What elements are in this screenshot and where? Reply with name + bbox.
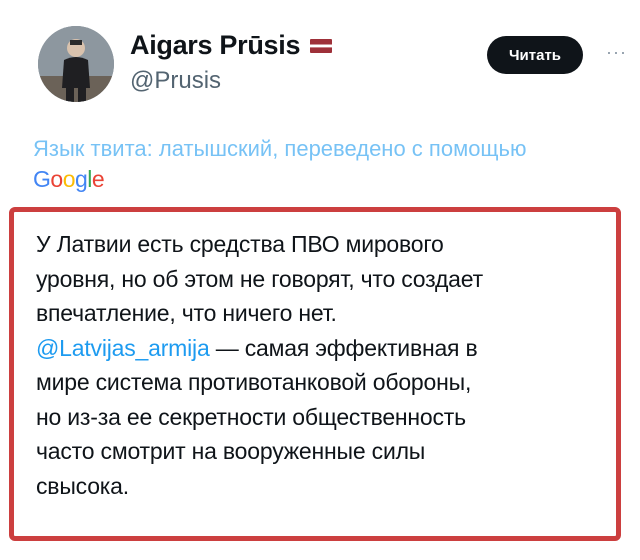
tweet-line: @Latvijas_armija — самая эффективная в: [36, 331, 606, 366]
google-logo-letter: o: [62, 166, 76, 192]
translation-text: Язык твита: латышский, переведено с помо…: [33, 136, 527, 161]
user-info: Aigars Prūsis @Prusis: [130, 30, 333, 95]
avatar[interactable]: [38, 26, 114, 102]
latvia-flag-icon: [310, 38, 333, 53]
display-name-row: Aigars Prūsis: [130, 30, 333, 61]
tweet-line: часто смотрит на вооруженные силы: [36, 438, 426, 464]
google-logo-letter: G: [33, 166, 51, 192]
highlighted-tweet-box: У Латвии есть средства ПВО мирового уров…: [9, 207, 621, 541]
translation-notice: Язык твита: латышский, переведено с помо…: [33, 135, 613, 193]
mention-link[interactable]: @Latvijas_armija: [36, 335, 210, 361]
display-name[interactable]: Aigars Prūsis: [130, 30, 300, 61]
tweet-screenshot: Aigars Prūsis @Prusis Читать ··· Язык тв…: [0, 0, 640, 560]
tweet-line: но из-за ее секретности общественность: [36, 403, 466, 430]
google-logo-letter: e: [91, 166, 105, 192]
follow-button[interactable]: Читать: [487, 36, 584, 74]
google-logo-letter: g: [74, 166, 88, 192]
more-icon[interactable]: ···: [606, 42, 627, 63]
tweet-text: У Латвии есть средства ПВО мирового уров…: [36, 227, 606, 503]
tweet-line-rest: — самая эффективная в: [209, 334, 478, 361]
tweet-line: уровня, но об этом не говорят, что созда…: [36, 265, 483, 292]
google-logo-letter: o: [50, 166, 63, 192]
tweet-line: впечатление, что ничего нет.: [36, 300, 337, 326]
tweet-line: мире система противотанковой обороны,: [36, 369, 472, 395]
tweet-header: Aigars Prūsis @Prusis Читать ···: [32, 16, 626, 106]
tweet-line: свысока.: [36, 472, 129, 499]
google-logo: Google: [33, 165, 613, 193]
user-handle[interactable]: @Prusis: [130, 67, 332, 95]
tweet-line: У Латвии есть средства ПВО мирового: [36, 231, 444, 257]
